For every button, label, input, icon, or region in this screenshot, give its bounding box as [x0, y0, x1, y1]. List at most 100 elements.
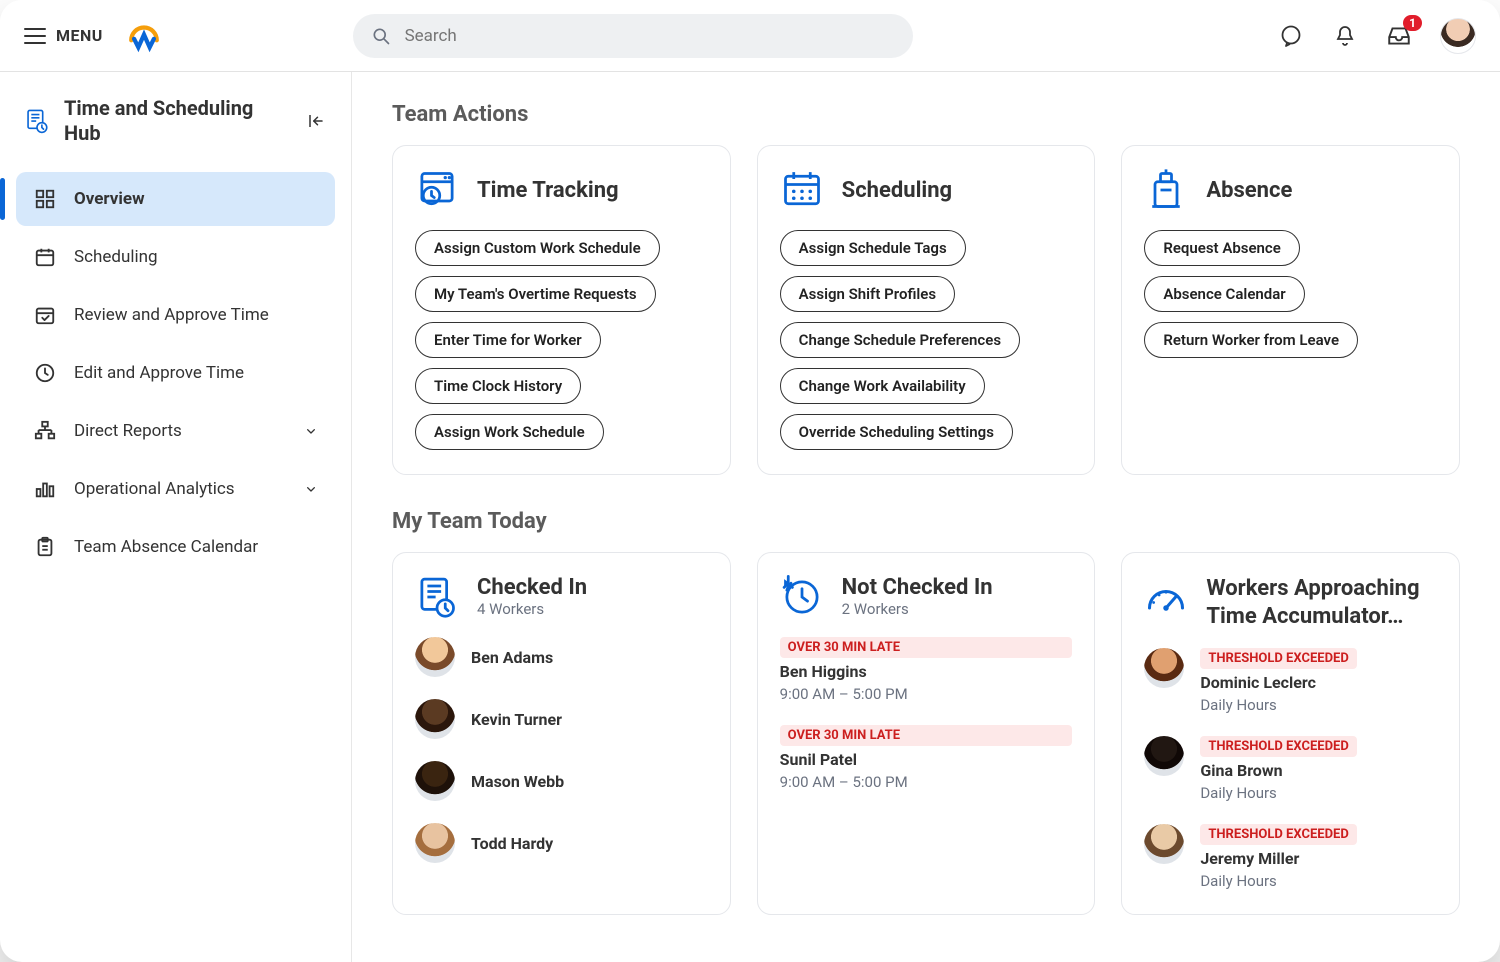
not-checked-in-card: Not Checked In 2 Workers OVER 30 MIN LAT… — [757, 552, 1096, 915]
metric-label: Daily Hours — [1200, 696, 1356, 714]
worker-name: Ben Adams — [471, 648, 553, 667]
status-tag: THRESHOLD EXCEEDED — [1200, 736, 1356, 757]
status-tag: THRESHOLD EXCEEDED — [1200, 648, 1356, 669]
action-pill[interactable]: Enter Time for Worker — [415, 322, 601, 358]
status-tag: OVER 30 MIN LATE — [780, 637, 1073, 658]
metric-label: Daily Hours — [1200, 784, 1356, 802]
worker-row[interactable]: Mason Webb — [415, 761, 708, 801]
nav-icon — [32, 476, 58, 502]
nav-icon — [32, 360, 58, 386]
checked-in-title: Checked In — [477, 575, 587, 600]
sidebar-item-scheduling[interactable]: Scheduling — [16, 230, 335, 284]
nav-label: Overview — [74, 189, 145, 209]
accumulator-title: Workers Approaching Time Accumulator… — [1206, 575, 1437, 630]
status-tag: OVER 30 MIN LATE — [780, 725, 1073, 746]
nav-icon — [32, 534, 58, 560]
not-checked-in-title: Not Checked In — [842, 575, 993, 600]
worker-name: Todd Hardy — [471, 834, 553, 853]
inbox-icon[interactable]: 1 — [1386, 23, 1412, 49]
nav-icon — [32, 302, 58, 328]
worker-row[interactable]: Ben Adams — [415, 637, 708, 677]
nav-label: Review and Approve Time — [74, 305, 269, 325]
avatar — [415, 699, 455, 739]
action-pill[interactable]: Assign Shift Profiles — [780, 276, 955, 312]
inbox-badge: 1 — [1403, 15, 1422, 31]
not-checked-in-icon — [780, 575, 824, 619]
search-icon — [371, 26, 391, 46]
late-entry[interactable]: OVER 30 MIN LATE Sunil Patel 9:00 AM – 5:0… — [780, 725, 1073, 791]
nav-label: Operational Analytics — [74, 479, 235, 499]
sidebar-item-operational-analytics[interactable]: Operational Analytics — [16, 462, 335, 516]
action-pill[interactable]: Override Scheduling Settings — [780, 414, 1013, 450]
team-action-card-absence: Absence Request Absence Absence Calendar Re… — [1121, 145, 1460, 475]
worker-name: Gina Brown — [1200, 761, 1356, 780]
action-pill[interactable]: Assign Custom Work Schedule — [415, 230, 660, 266]
worker-name: Kevin Turner — [471, 710, 562, 729]
status-tag: THRESHOLD EXCEEDED — [1200, 824, 1356, 845]
chat-icon[interactable] — [1278, 23, 1304, 49]
card-title: Scheduling — [842, 178, 952, 203]
workday-logo[interactable] — [127, 19, 161, 53]
action-pill[interactable]: Return Worker from Leave — [1144, 322, 1358, 358]
action-pill[interactable]: Absence Calendar — [1144, 276, 1304, 312]
nav-label: Edit and Approve Time — [74, 363, 244, 383]
action-pill[interactable]: Request Absence — [1144, 230, 1300, 266]
action-pill[interactable]: Time Clock History — [415, 368, 581, 404]
checked-in-icon — [415, 575, 459, 619]
collapse-sidebar-button[interactable] — [305, 110, 327, 132]
metric-label: Daily Hours — [1200, 872, 1356, 890]
checked-in-card: Checked In 4 Workers Ben Adams Kevin Turn… — [392, 552, 731, 915]
nav-label: Direct Reports — [74, 421, 182, 441]
search-input-wrapper[interactable] — [353, 14, 913, 58]
sidebar-item-team-absence-calendar[interactable]: Team Absence Calendar — [16, 520, 335, 574]
worker-name: Jeremy Miller — [1200, 849, 1356, 868]
card-title: Time Tracking — [477, 178, 619, 203]
hub-icon — [24, 108, 50, 134]
chevron-down-icon — [303, 423, 319, 439]
worker-name: Mason Webb — [471, 772, 564, 791]
sidebar-item-edit-and-approve-time[interactable]: Edit and Approve Time — [16, 346, 335, 400]
avatar — [1144, 736, 1184, 776]
menu-label: MENU — [56, 26, 103, 45]
chevron-down-icon — [303, 481, 319, 497]
worker-name: Ben Higgins — [780, 662, 1073, 681]
action-pill[interactable]: Change Work Availability — [780, 368, 985, 404]
accumulator-row[interactable]: THRESHOLD EXCEEDED Jeremy Miller Daily Hou… — [1144, 824, 1437, 890]
action-pill[interactable]: Assign Schedule Tags — [780, 230, 966, 266]
worker-name: Dominic Leclerc — [1200, 673, 1356, 692]
profile-avatar[interactable] — [1440, 18, 1476, 54]
late-entry[interactable]: OVER 30 MIN LATEBen Higgins9:00 AM – 5:0… — [780, 637, 1073, 703]
avatar — [415, 823, 455, 863]
not-checked-in-subtitle: 2 Workers — [842, 600, 993, 618]
schedule-time: 9:00 AM – 5:00 PM — [780, 773, 1073, 791]
nav-icon — [32, 418, 58, 444]
search-input[interactable] — [403, 25, 895, 47]
bell-icon[interactable] — [1332, 23, 1358, 49]
card-icon — [780, 168, 824, 212]
menu-button[interactable]: MENU — [24, 26, 103, 45]
nav-icon — [32, 244, 58, 270]
action-pill[interactable]: Assign Work Schedule — [415, 414, 604, 450]
sidebar-item-direct-reports[interactable]: Direct Reports — [16, 404, 335, 458]
worker-name: Sunil Patel — [780, 750, 1073, 769]
sidebar-item-overview[interactable]: Overview — [16, 172, 335, 226]
nav-label: Scheduling — [74, 247, 158, 267]
avatar — [1144, 824, 1184, 864]
my-team-today-heading: My Team Today — [392, 509, 1460, 534]
accumulator-row[interactable]: THRESHOLD EXCEEDED Gina Brown Daily Hours — [1144, 736, 1437, 802]
checked-in-subtitle: 4 Workers — [477, 600, 587, 618]
nav-label: Team Absence Calendar — [74, 537, 258, 557]
action-pill[interactable]: My Team's Overtime Requests — [415, 276, 656, 312]
avatar — [1144, 648, 1184, 688]
team-action-card-time-tracking: Time Tracking Assign Custom Work Schedule… — [392, 145, 731, 475]
action-pill[interactable]: Change Schedule Preferences — [780, 322, 1020, 358]
gauge-icon — [1144, 575, 1188, 619]
card-icon — [1144, 168, 1188, 212]
accumulator-card: Workers Approaching Time Accumulator… TH… — [1121, 552, 1460, 915]
card-icon — [415, 168, 459, 212]
sidebar-item-review-and-approve-time[interactable]: Review and Approve Time — [16, 288, 335, 342]
card-title: Absence — [1206, 178, 1292, 203]
accumulator-row[interactable]: THRESHOLD EXCEEDED Dominic Leclerc Daily H… — [1144, 648, 1437, 714]
worker-row[interactable]: Kevin Turner — [415, 699, 708, 739]
worker-row[interactable]: Todd Hardy — [415, 823, 708, 863]
